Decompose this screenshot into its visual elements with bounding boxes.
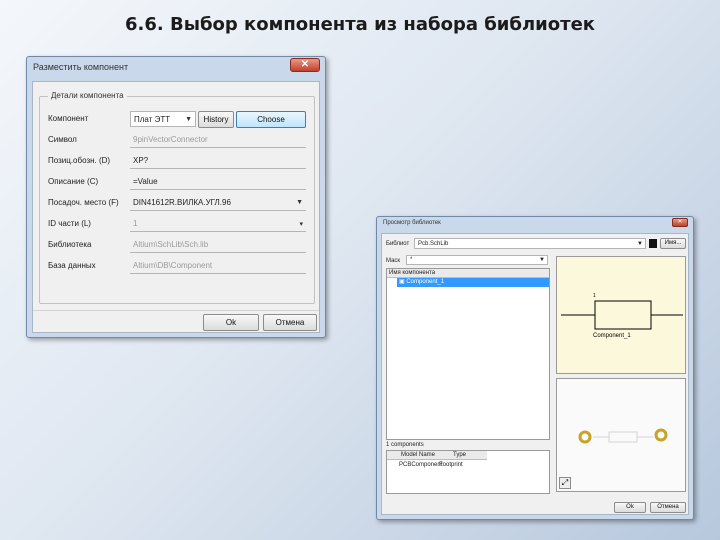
table-row[interactable]: PCBComponent Footprint (387, 461, 487, 470)
slide-title: 6.6. Выбор компонента из набора библиоте… (124, 14, 596, 35)
table-cell: PCBComponent (399, 462, 443, 468)
library-label: Библиот (386, 241, 410, 247)
part-id-row: ID части (L) 1 ▾ (48, 216, 308, 232)
symbol-field[interactable]: 9pinVectorConnector (130, 132, 306, 148)
symbol-pin-number: 1 (593, 293, 596, 299)
symbol-row: Символ 9pinVectorConnector (48, 132, 308, 148)
description-row: Описание (C) =Value (48, 174, 308, 190)
footprint-row: Посадоч. место (F) DIN41612R.ВИЛКА.УГЛ.9… (48, 195, 308, 211)
library-browse-button[interactable]: Имя... (660, 238, 686, 249)
designator-label: Позиц.обозн. (D) (48, 156, 111, 165)
footprint-label: Посадоч. место (F) (48, 198, 119, 207)
symbol-label: Символ (48, 135, 77, 144)
library-color-swatch (649, 239, 657, 248)
library-row: Библиотека Altium\SchLib\Sch.lib (48, 237, 308, 253)
symbol-preview: 1 Component_1 (556, 256, 686, 374)
database-label: База данных (48, 261, 96, 270)
library-browser-dialog: Просмотр библиотек ✕ Библиот Pcb.SchLib … (376, 216, 694, 520)
mask-input[interactable]: * ▼ (406, 255, 548, 265)
group-caption: Детали компонента (48, 91, 127, 100)
table-cell: Footprint (439, 462, 463, 468)
table-header: Model Name Type (387, 451, 487, 460)
place-component-dialog: Разместить компонент ✕ Детали компонента… (26, 56, 326, 338)
component-list[interactable]: Имя компонента ▣ Component_1 (386, 268, 550, 440)
component-combo[interactable]: Плат ЭТТ ▼ (130, 111, 196, 127)
chevron-down-icon: ▼ (539, 257, 545, 263)
pad-left-icon (578, 430, 592, 444)
library-combo[interactable]: Pcb.SchLib ▼ (414, 238, 646, 249)
components-count: 1 components (386, 442, 424, 448)
chevron-down-icon: ▼ (185, 116, 192, 123)
spin-icon[interactable]: ▾ (299, 220, 303, 228)
footprint-value: DIN41612R.ВИЛКА.УГЛ.96 (133, 198, 231, 207)
footprint-preview: ⤢ (556, 378, 686, 492)
component-label: Компонент (48, 114, 89, 123)
dialog-title: Разместить компонент (33, 62, 129, 72)
chevron-down-icon: ▼ (296, 199, 303, 206)
symbol-preview-graphic: 1 Component_1 (561, 293, 683, 339)
dialog-body: Детали компонента Компонент Плат ЭТТ ▼ H… (32, 81, 320, 333)
ok-button[interactable]: Ok (203, 314, 259, 331)
part-id-label: ID части (L) (48, 219, 91, 228)
browser-title: Просмотр библиотек (383, 220, 441, 226)
library-value: Pcb.SchLib (418, 241, 449, 247)
close-icon[interactable]: ✕ (290, 58, 320, 72)
footprint-preview-graphic (578, 428, 668, 444)
choose-button[interactable]: Choose (236, 111, 306, 128)
symbol-body (594, 300, 652, 330)
chevron-down-icon: ▼ (637, 241, 643, 247)
description-label: Описание (C) (48, 177, 99, 186)
component-row: Компонент Плат ЭТТ ▼ History Choose (48, 111, 308, 128)
library-label: Библиотека (48, 240, 92, 249)
close-icon[interactable]: ✕ (672, 218, 688, 227)
designator-field[interactable]: XP? (130, 153, 306, 169)
models-table[interactable]: Model Name Type PCBComponent Footprint (386, 450, 550, 494)
ok-button[interactable]: Ok (614, 502, 646, 513)
part-id-spinner[interactable]: 1 ▾ (130, 216, 306, 232)
mask-value: * (410, 257, 413, 263)
footprint-body (608, 431, 638, 443)
cancel-button[interactable]: Отмена (650, 502, 686, 513)
component-value: Плат ЭТТ (134, 115, 171, 124)
database-field[interactable]: Altium\DB\Component (130, 258, 306, 274)
component-details-group: Детали компонента Компонент Плат ЭТТ ▼ H… (39, 91, 315, 304)
library-field[interactable]: Altium\SchLib\Sch.lib (130, 237, 306, 253)
divider (33, 310, 319, 311)
browser-body: Библиот Pcb.SchLib ▼ Имя... Маск * ▼ Имя… (381, 233, 689, 515)
history-button[interactable]: History (198, 111, 234, 128)
description-field[interactable]: =Value (130, 174, 306, 190)
footprint-combo[interactable]: DIN41612R.ВИЛКА.УГЛ.96 ▼ (130, 195, 306, 211)
list-header: Имя компонента (387, 269, 549, 278)
part-id-value: 1 (133, 219, 138, 228)
list-item[interactable]: ▣ Component_1 (397, 278, 549, 287)
database-row: База данных Altium\DB\Component (48, 258, 308, 274)
table-header-cell: Type (453, 452, 467, 458)
designator-row: Позиц.обозн. (D) XP? (48, 153, 308, 169)
dialog-titlebar[interactable]: Разместить компонент ✕ (27, 57, 325, 79)
cancel-button[interactable]: Отмена (263, 314, 317, 331)
pad-right-icon (654, 428, 668, 442)
list-item-label: Component_1 (406, 279, 445, 285)
table-header-cell: Model Name (401, 452, 436, 458)
3d-view-icon[interactable]: ⤢ (559, 477, 571, 489)
mask-label: Маск (386, 258, 401, 264)
symbol-designator-text: Component_1 (593, 333, 631, 339)
